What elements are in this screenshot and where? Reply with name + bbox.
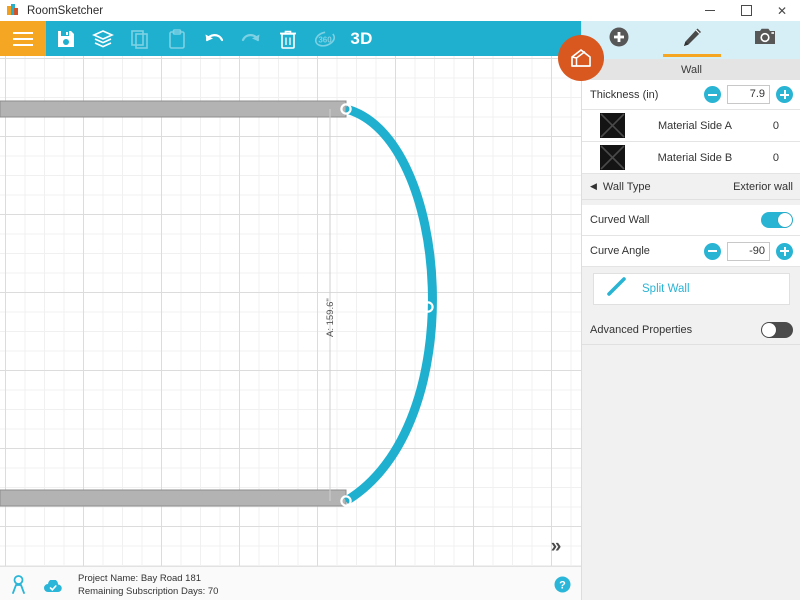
- close-button[interactable]: ✕: [764, 0, 800, 21]
- save-icon[interactable]: [48, 21, 83, 56]
- curved-wall-label: Curved Wall: [590, 214, 650, 226]
- expand-panel-button[interactable]: »: [541, 533, 571, 561]
- svg-text:?: ?: [559, 579, 566, 591]
- wall-bottom-horizontal: [0, 490, 346, 506]
- split-wall-icon: [606, 276, 628, 303]
- curve-angle-stepper: -90: [704, 242, 793, 261]
- thickness-label: Thickness (in): [590, 89, 658, 101]
- roomsketcher-logo-icon: [6, 4, 19, 17]
- floorplan-canvas[interactable]: A: 159.6" »: [0, 56, 581, 566]
- tab-camera[interactable]: [728, 21, 800, 59]
- view-3d-label: 3D: [350, 29, 372, 49]
- thickness-stepper: 7.9: [704, 85, 793, 104]
- hamburger-menu-icon[interactable]: [0, 21, 46, 56]
- minimize-button[interactable]: [692, 0, 728, 21]
- no-material-swatch[interactable]: [600, 113, 625, 138]
- chevron-left-icon[interactable]: ◀: [590, 181, 597, 192]
- split-wall-row: Split Wall: [582, 267, 800, 311]
- delete-icon[interactable]: [270, 21, 305, 56]
- split-wall-button[interactable]: Split Wall: [593, 273, 790, 305]
- svg-text:360: 360: [318, 35, 332, 44]
- wall-type-label: Wall Type: [603, 181, 651, 193]
- copy-icon[interactable]: [122, 21, 157, 56]
- help-icon[interactable]: ?: [554, 576, 571, 598]
- thickness-input[interactable]: 7.9: [727, 85, 770, 104]
- panel-title: Wall: [582, 59, 800, 80]
- advanced-properties-label: Advanced Properties: [590, 324, 692, 336]
- home-icon: [568, 45, 594, 71]
- split-wall-label: Split Wall: [642, 283, 690, 295]
- wall-top-horizontal: [0, 101, 346, 117]
- thickness-decrement-button[interactable]: [704, 86, 721, 103]
- wall-dimension-label: A: 159.6": [325, 298, 336, 337]
- pencil-icon: [680, 26, 704, 50]
- user-icon[interactable]: [10, 575, 27, 599]
- paste-icon[interactable]: [159, 21, 194, 56]
- status-info: Project Name: Bay Road 181 Remaining Sub…: [78, 572, 218, 598]
- curve-angle-input[interactable]: -90: [727, 242, 770, 261]
- wall-type-value: Exterior wall: [733, 181, 793, 193]
- floorplan-geometry: [0, 56, 581, 566]
- no-material-swatch[interactable]: [600, 145, 625, 170]
- title-bar: RoomSketcher ✕: [0, 0, 800, 22]
- curve-angle-increment-button[interactable]: [776, 243, 793, 260]
- 360-view-icon[interactable]: 360: [307, 21, 342, 56]
- plus-circle-icon: [608, 26, 630, 48]
- curved-wall-toggle[interactable]: [761, 212, 793, 228]
- subscription-days-text: Remaining Subscription Days: 70: [78, 585, 218, 598]
- thickness-increment-button[interactable]: [776, 86, 793, 103]
- curved-wall-segment: [346, 109, 432, 501]
- material-side-b-value: 0: [773, 152, 779, 164]
- panel-content: Thickness (in) 7.9 Material Si: [582, 80, 800, 600]
- thickness-row: Thickness (in) 7.9: [582, 80, 800, 110]
- advanced-properties-toggle[interactable]: [761, 322, 793, 338]
- advanced-properties-row: Advanced Properties: [582, 315, 800, 345]
- curved-wall-row: Curved Wall: [582, 205, 800, 236]
- curve-angle-row: Curve Angle -90: [582, 236, 800, 267]
- tab-edit[interactable]: [655, 21, 728, 59]
- status-bar: Project Name: Bay Road 181 Remaining Sub…: [0, 566, 581, 600]
- main-toolbar: 360 3D: [0, 21, 581, 56]
- window-controls: ✕: [692, 0, 800, 21]
- material-side-a-label: Material Side A: [617, 120, 773, 132]
- curve-angle-label: Curve Angle: [590, 245, 650, 257]
- curve-angle-decrement-button[interactable]: [704, 243, 721, 260]
- app-window: RoomSketcher ✕: [0, 0, 800, 600]
- cloud-saved-icon: [43, 580, 63, 599]
- material-side-a-value: 0: [773, 120, 779, 132]
- camera-icon: [753, 26, 777, 46]
- layers-icon[interactable]: [85, 21, 120, 56]
- properties-panel: Wall Thickness (in) 7.9: [581, 21, 800, 600]
- window-title: RoomSketcher: [27, 5, 103, 17]
- undo-icon[interactable]: [196, 21, 231, 56]
- material-side-a-row[interactable]: Material Side A 0: [582, 110, 800, 142]
- redo-icon[interactable]: [233, 21, 268, 56]
- maximize-button[interactable]: [728, 0, 764, 21]
- wall-type-row[interactable]: ◀ Wall Type Exterior wall: [582, 174, 800, 200]
- project-name-text: Project Name: Bay Road 181: [78, 572, 218, 585]
- panel-tab-bar: [582, 21, 800, 59]
- material-side-b-label: Material Side B: [617, 152, 773, 164]
- home-button[interactable]: [558, 35, 604, 81]
- view-3d-button[interactable]: 3D: [344, 21, 379, 56]
- material-side-b-row[interactable]: Material Side B 0: [582, 142, 800, 174]
